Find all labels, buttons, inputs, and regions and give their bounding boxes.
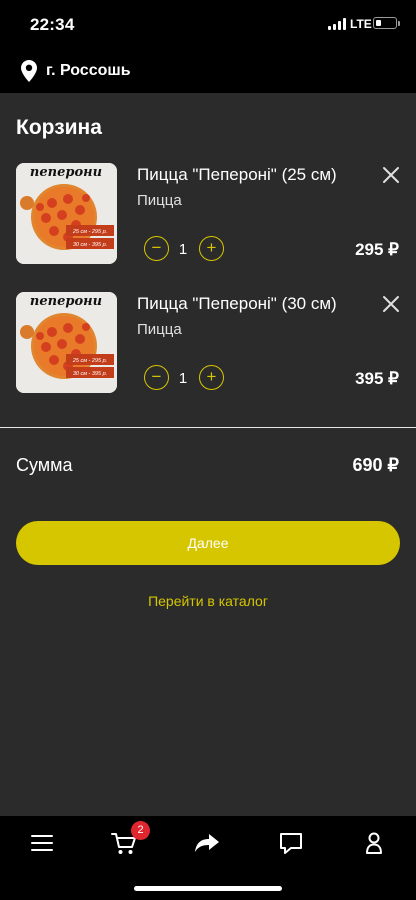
image-price-label: 30 см - 395 р.: [73, 371, 107, 377]
close-icon: [383, 296, 399, 312]
tab-share[interactable]: [192, 828, 222, 858]
cart-item: пеперони 25 см - 295 р. 30 см - 395 р. П…: [0, 163, 416, 273]
signal-icon: [328, 18, 346, 30]
image-price-label: 25 см - 295 р.: [72, 358, 107, 364]
sum-value: 690 ₽: [352, 455, 400, 475]
increase-quantity-button[interactable]: +: [199, 236, 224, 261]
decrease-quantity-button[interactable]: −: [144, 365, 169, 390]
decrease-quantity-button[interactable]: −: [144, 236, 169, 261]
share-arrow-icon: [195, 834, 219, 852]
item-price: 295 ₽: [355, 240, 399, 259]
chat-bubble-icon: [280, 833, 302, 854]
increase-quantity-button[interactable]: +: [199, 365, 224, 390]
tab-profile[interactable]: [359, 828, 389, 858]
status-bar: 22:34 LTE: [0, 0, 416, 50]
product-image: пеперони 25 см - 295 р. 30 см - 395 р.: [16, 292, 117, 393]
page-title: Корзина: [16, 116, 102, 139]
tab-menu[interactable]: [27, 828, 57, 858]
home-indicator: [134, 886, 282, 891]
image-price-label: 30 см - 395 р.: [73, 242, 107, 248]
image-title: пеперони: [30, 294, 102, 309]
battery-icon: [373, 17, 397, 29]
next-button[interactable]: Далее: [16, 521, 400, 565]
battery-tip: [398, 21, 400, 26]
divider: [0, 427, 416, 428]
location-city: г. Россошь: [46, 62, 131, 79]
status-time: 22:34: [30, 15, 75, 34]
quantity-value: 1: [178, 370, 188, 387]
product-name: Пицца "Пепероні" (30 см): [137, 294, 337, 313]
product-category: Пицца: [137, 192, 182, 209]
remove-item-button[interactable]: [382, 166, 400, 184]
close-icon: [383, 167, 399, 183]
cart-item: пеперони 25 см - 295 р. 30 см - 395 р. П…: [0, 292, 416, 402]
location-bar[interactable]: г. Россошь: [0, 50, 416, 93]
image-title: пеперони: [30, 165, 102, 180]
hamburger-menu-icon: [31, 835, 53, 851]
remove-item-button[interactable]: [382, 295, 400, 313]
location-pin-icon: [21, 60, 37, 82]
quantity-value: 1: [178, 241, 188, 258]
product-image: пеперони 25 см - 295 р. 30 см - 395 р.: [16, 163, 117, 264]
tab-chat[interactable]: [276, 828, 306, 858]
network-type: LTE: [350, 17, 372, 31]
sum-label: Сумма: [16, 455, 73, 475]
go-to-catalog-link[interactable]: Перейти в каталог: [0, 593, 416, 609]
image-price-label: 25 см - 295 р.: [72, 229, 107, 235]
item-price: 395 ₽: [355, 369, 399, 388]
cart-badge: 2: [131, 821, 150, 840]
profile-icon: [366, 832, 382, 854]
product-category: Пицца: [137, 321, 182, 338]
product-name: Пицца "Пепероні" (25 см): [137, 165, 337, 184]
